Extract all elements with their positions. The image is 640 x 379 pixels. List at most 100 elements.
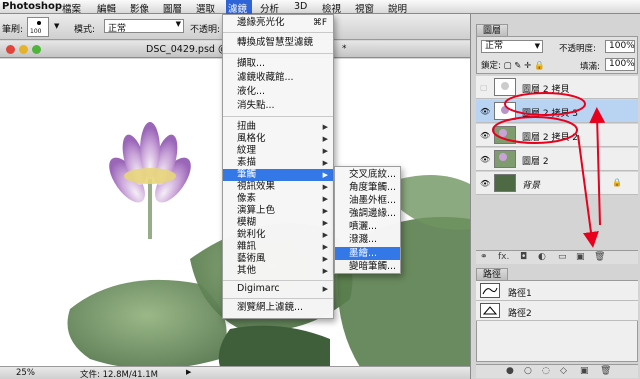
menu-edit[interactable]: 編輯 [97, 1, 116, 15]
filter-menu-item-browse-online[interactable]: 瀏覽網上濾鏡... [223, 302, 333, 314]
submenu-item-spatter[interactable]: 潑濺... [335, 233, 400, 246]
submenu-arrow-icon: ▶ [322, 219, 328, 227]
filter-menu-item-pixelate[interactable]: 像素 ▶ [223, 193, 333, 205]
brush-tip-icon [37, 21, 41, 25]
filter-menu-item-noise[interactable]: 雜訊 ▶ [223, 241, 333, 253]
tab-layers[interactable]: 圖層 [476, 24, 509, 36]
submenu-arrow-icon: ▶ [322, 123, 328, 131]
path-to-selection-icon[interactable]: ◌ [542, 366, 550, 376]
filter-menu-item-smart-filter[interactable]: 轉換成智慧型濾鏡 [223, 37, 333, 49]
filter-menu-item-artistic[interactable]: 藝術風 ▶ [223, 253, 333, 265]
submenu-arrow-icon: ▶ [322, 267, 328, 275]
layers-panel-controls: 正常 ▼ 不透明度: 100% 鎖定: ▢ ✎ ✛ 🔒 填滿: 100% [476, 36, 638, 74]
menu-divider [223, 32, 333, 33]
filter-menu-item-brush-strokes[interactable]: 筆觸 ▶ [223, 169, 333, 181]
filter-menu-item-digimarc[interactable]: Digimarc ▶ [223, 283, 333, 295]
fill-path-icon[interactable]: ● [506, 366, 514, 376]
filter-menu-item-liquify[interactable]: 液化... [223, 86, 333, 98]
submenu-arrow-icon: ▶ [322, 243, 328, 251]
eye-icon[interactable]: 👁 [480, 107, 490, 116]
layer-name: 背景 [522, 181, 541, 191]
submenu-item-sprayed-strokes[interactable]: 噴灑... [335, 220, 400, 233]
adjustment-layer-icon[interactable]: ◐ [538, 252, 546, 262]
layer-row-copy-3-selected[interactable]: 👁 圖層 2 拷貝 3 [476, 100, 638, 123]
layer-row-background[interactable]: 👁 背景 🔒 [476, 172, 638, 195]
menu-filter[interactable]: 濾鏡 [228, 1, 247, 15]
submenu-item-crosshatch[interactable]: 交叉底紋... [335, 168, 400, 181]
menu-help[interactable]: 說明 [388, 1, 407, 15]
filter-menu-item-extract[interactable]: 擷取... [223, 58, 333, 70]
filter-menu-item-render[interactable]: 演算上色 ▶ [223, 205, 333, 217]
chevron-down-icon: ▼ [175, 20, 181, 28]
menu-layer[interactable]: 圖層 [163, 1, 182, 15]
menu-filter-active[interactable]: 濾鏡 [226, 0, 252, 15]
menu-analysis[interactable]: 分析 [260, 1, 279, 15]
minimize-window-icon[interactable] [19, 45, 28, 54]
filter-menu-item-other[interactable]: 其他 ▶ [223, 265, 333, 277]
delete-layer-icon[interactable]: 🗑 [594, 252, 605, 262]
filter-menu-item-distort[interactable]: 扭曲 ▶ [223, 121, 333, 133]
menu-file[interactable]: 檔案 [62, 1, 81, 15]
submenu-item-sumi-e[interactable]: 墨繪... [335, 247, 400, 260]
eye-icon[interactable]: 👁 [480, 155, 490, 164]
filter-menu-item-vanishing-point[interactable]: 消失點... [223, 100, 333, 112]
menu-divider [223, 298, 333, 299]
filter-menu-item-stylize[interactable]: 風格化 ▶ [223, 133, 333, 145]
menu-select[interactable]: 選取 [196, 1, 215, 15]
add-mask-icon[interactable]: ◘ [520, 252, 527, 262]
link-layers-icon[interactable]: ⚭ [480, 252, 488, 262]
menu-image[interactable]: 影像 [130, 1, 149, 15]
opacity-input[interactable]: 100% [605, 40, 635, 53]
blend-mode-select[interactable]: 正常 ▼ [481, 40, 543, 53]
layer-thumbnail [494, 126, 516, 144]
path-name: 路徑2 [508, 309, 532, 319]
selection-to-path-icon[interactable]: ◇ [560, 366, 567, 376]
filter-menu-item-texture[interactable]: 紋理 ▶ [223, 145, 333, 157]
filter-menu-item-last-filter[interactable]: 邊緣亮光化 ⌘F [223, 17, 333, 29]
stroke-path-icon[interactable]: ○ [524, 366, 532, 376]
filter-menu-dropdown: 邊緣亮光化 ⌘F 轉換成智慧型濾鏡 擷取... 濾鏡收藏館... 液化... 消… [222, 14, 334, 319]
mode-select[interactable]: 正常 ▼ [104, 19, 184, 34]
filter-menu-item-blur[interactable]: 模糊 ▶ [223, 217, 333, 229]
submenu-item-angled-strokes[interactable]: 角度筆觸... [335, 181, 400, 194]
blend-mode-value: 正常 [485, 41, 504, 51]
layer-row-copy[interactable]: ▢ 圖層 2 拷貝 [476, 76, 638, 99]
menu-view[interactable]: 檢視 [322, 1, 341, 15]
fill-input[interactable]: 100% [605, 58, 635, 71]
visibility-off-icon[interactable]: ▢ [480, 83, 488, 92]
new-path-icon[interactable]: ▣ [580, 366, 589, 376]
tab-paths[interactable]: 路徑 [476, 268, 509, 280]
layer-name: 圖層 2 [522, 157, 549, 167]
zoom-level[interactable]: 25% [16, 368, 35, 378]
new-layer-icon[interactable]: ▣ [576, 252, 585, 262]
close-window-icon[interactable] [6, 45, 15, 54]
mode-value: 正常 [108, 24, 127, 34]
new-group-icon[interactable]: ▭ [558, 252, 567, 262]
zoom-window-icon[interactable] [32, 45, 41, 54]
menu-divider [223, 53, 333, 54]
submenu-item-dark-strokes[interactable]: 變暗筆觸... [335, 260, 400, 273]
eye-icon[interactable]: 👁 [480, 179, 490, 188]
layer-row-copy-2[interactable]: 👁 圖層 2 拷貝 2 [476, 124, 638, 147]
brush-dropdown-arrow-icon[interactable]: ▼ [54, 22, 59, 30]
menu-divider [223, 116, 333, 117]
menu-3d[interactable]: 3D [294, 1, 307, 12]
delete-path-icon[interactable]: 🗑 [600, 366, 611, 376]
status-menu-arrow-icon[interactable]: ▶ [186, 368, 191, 376]
submenu-item-accented-edges[interactable]: 強調邊緣... [335, 207, 400, 220]
layer-row-layer-2[interactable]: 👁 圖層 2 [476, 148, 638, 171]
submenu-item-ink-outlines[interactable]: 油墨外框... [335, 194, 400, 207]
eye-icon[interactable]: 👁 [480, 131, 490, 140]
layer-style-icon[interactable]: fx. [498, 252, 509, 262]
filter-menu-item-sketch[interactable]: 素描 ▶ [223, 157, 333, 169]
path-row-2[interactable]: 路徑2 [476, 301, 638, 321]
app-name-menu[interactable]: Photoshop [2, 1, 62, 12]
filter-menu-item-sharpen[interactable]: 銳利化 ▶ [223, 229, 333, 241]
menu-window[interactable]: 視窗 [355, 1, 374, 15]
filter-menu-item-gallery[interactable]: 濾鏡收藏館... [223, 72, 333, 84]
path-row-1[interactable]: 路徑1 [476, 281, 638, 301]
filter-menu-item-video[interactable]: 視訊效果 ▶ [223, 181, 333, 193]
paths-panel-footer: ● ○ ◌ ◇ ▣ 🗑 [476, 364, 638, 378]
brush-preset-picker[interactable]: 100 [27, 17, 49, 37]
submenu-arrow-icon: ▶ [322, 135, 328, 143]
